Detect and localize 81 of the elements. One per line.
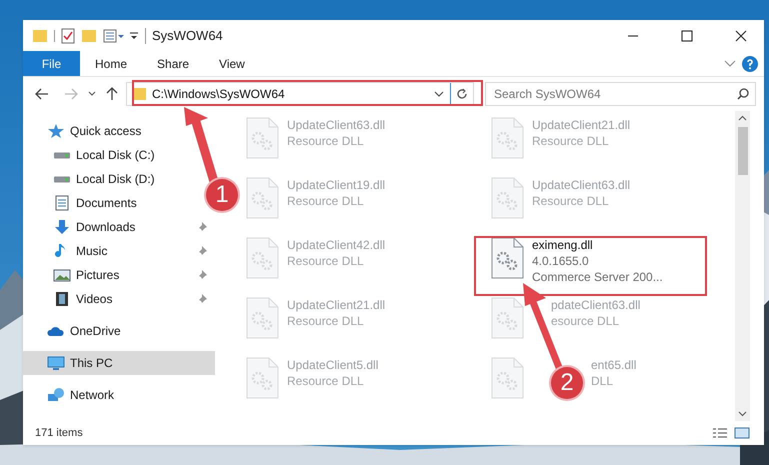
nav-item[interactable]: Downloads	[23, 215, 215, 239]
file-name: UpdateClient63.dll	[532, 177, 630, 193]
dll-file-icon	[490, 357, 524, 399]
pin-icon[interactable]	[197, 270, 207, 280]
dll-file-icon	[490, 297, 524, 339]
ribbon-tab[interactable]: Home	[80, 51, 142, 76]
file-detail: 4.0.1655.0	[532, 253, 589, 269]
scroll-up-icon[interactable]	[738, 115, 747, 121]
dll-file-icon	[245, 237, 279, 279]
file-detail: Resource DLL	[532, 193, 609, 209]
nav-item[interactable]: Pictures	[23, 263, 215, 287]
file-detail: DLL	[591, 373, 614, 389]
dll-file-icon	[490, 117, 524, 159]
checklist-icon[interactable]	[61, 28, 75, 44]
scrollbar[interactable]	[735, 111, 750, 421]
close-icon[interactable]	[735, 30, 747, 42]
file-detail: Resource DLL	[287, 373, 364, 389]
nav-item[interactable]: Quick access	[23, 119, 150, 143]
document-icon	[53, 195, 71, 211]
download-icon	[53, 219, 71, 235]
file-name: UpdateClient21.dll	[532, 117, 630, 133]
network-icon	[47, 387, 65, 403]
file-name: UpdateClient21.dll	[287, 297, 386, 313]
file-detail: Resource DLL	[287, 313, 364, 329]
nav-item[interactable]: Music	[23, 239, 215, 263]
search-icon[interactable]	[737, 88, 749, 100]
dropdown-icon[interactable]	[434, 91, 444, 97]
dll-file-icon	[245, 297, 279, 339]
help-icon[interactable]	[742, 56, 758, 72]
film-icon	[53, 291, 71, 307]
back-icon[interactable]	[35, 88, 49, 100]
nav-item[interactable]: Local Disk (D:)	[23, 167, 163, 191]
nav-item[interactable]: Documents	[23, 191, 145, 215]
dll-file-icon	[245, 177, 279, 219]
maximize-icon[interactable]	[681, 30, 693, 42]
tiles-view-icon[interactable]	[734, 427, 750, 439]
dropdown-icon[interactable]	[129, 30, 139, 40]
file-detail: Resource DLL	[287, 193, 364, 209]
file-name: pdateClient63.dll	[551, 297, 640, 313]
nav-item[interactable]: Network	[23, 383, 122, 407]
monitor-icon	[47, 355, 65, 371]
file-detail: Commerce Server 200...	[532, 269, 663, 285]
nav-item[interactable]: Local Disk (C:)	[23, 143, 163, 167]
file-name: ent65.dll	[591, 357, 636, 373]
file-name: UpdateClient19.dll	[287, 177, 386, 193]
up-icon[interactable]	[106, 87, 118, 101]
ribbon-tab[interactable]: File	[23, 51, 80, 76]
search-field[interactable]: Search SysWOW64	[485, 82, 756, 106]
file-detail: Resource DLL	[532, 133, 609, 149]
ribbon-tab[interactable]: Share	[142, 51, 204, 76]
drive-icon	[53, 152, 71, 158]
drive-icon	[53, 176, 71, 182]
file-name: UpdateClient5.dll	[287, 357, 378, 373]
picture-icon	[53, 267, 71, 283]
window-title: SysWOW64	[152, 26, 223, 45]
file-name: UpdateClient63.dll	[287, 117, 386, 133]
pin-icon[interactable]	[197, 294, 207, 304]
scroll-down-icon[interactable]	[738, 411, 747, 417]
nav-item[interactable]: OneDrive	[23, 319, 129, 343]
dll-file-icon	[245, 357, 279, 399]
file-detail: Resource DLL	[287, 133, 364, 149]
file-detail: Resource DLL	[287, 253, 364, 269]
properties-icon[interactable]	[103, 28, 125, 42]
ribbon-tab[interactable]: View	[204, 51, 260, 76]
file-name: eximeng.dll	[532, 237, 593, 253]
file-detail: esource DLL	[551, 313, 620, 329]
dll-file-icon	[490, 177, 524, 219]
chevron-icon[interactable]	[724, 60, 736, 68]
item-count: 171 items	[35, 426, 84, 441]
nav-item[interactable]: This PC	[23, 351, 215, 375]
dll-file-icon	[245, 117, 279, 159]
chevron-icon[interactable]	[88, 91, 96, 97]
nav-item[interactable]: Videos	[23, 287, 215, 311]
pin-icon[interactable]	[197, 222, 207, 232]
scroll-thumb[interactable]	[738, 127, 748, 175]
star-icon	[47, 123, 65, 139]
file-name: UpdateClient42.dll	[287, 237, 386, 253]
pin-icon[interactable]	[197, 246, 207, 256]
refresh-icon[interactable]	[456, 88, 468, 100]
dll-file-icon	[490, 237, 524, 279]
details-view-icon[interactable]	[712, 427, 728, 439]
